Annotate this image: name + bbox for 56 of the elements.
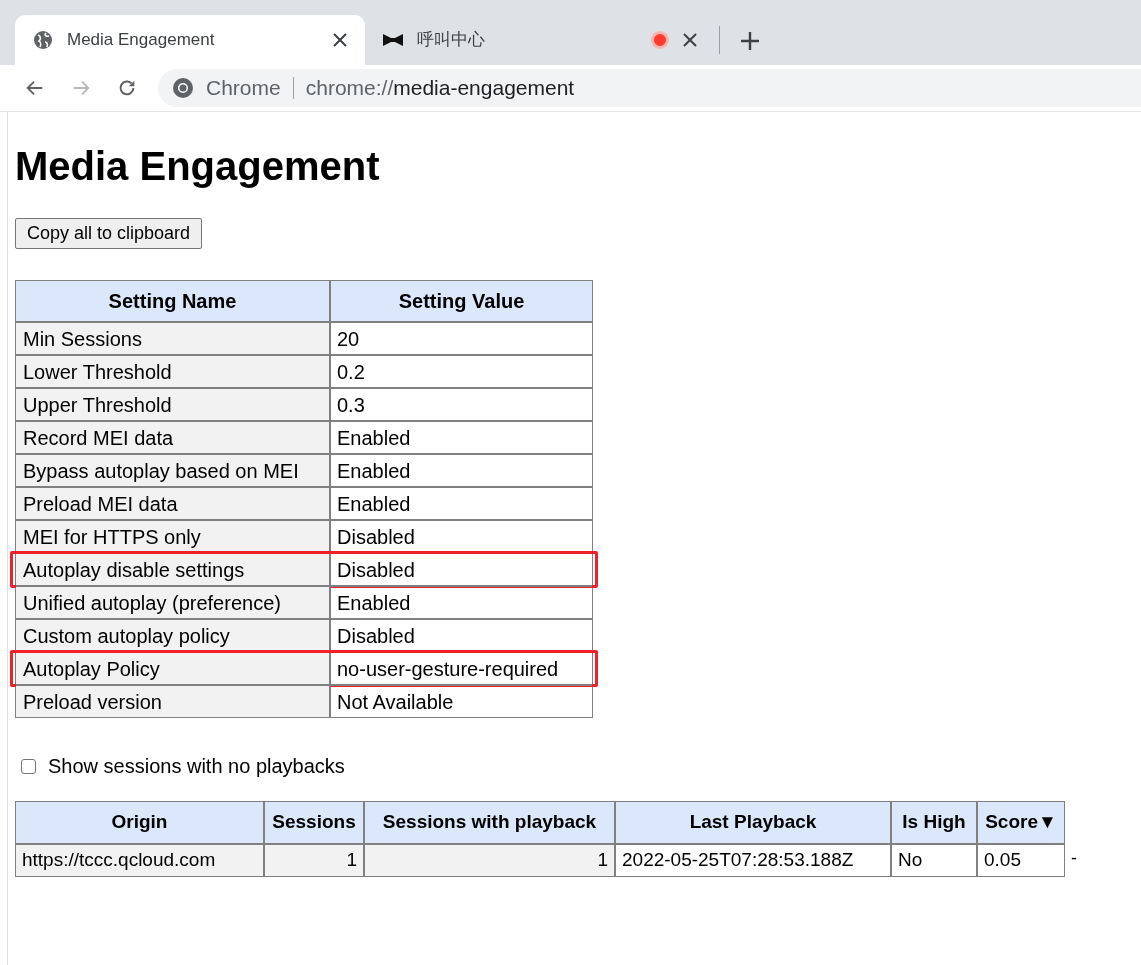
close-icon[interactable]	[333, 33, 347, 47]
site-label: Chrome	[206, 75, 281, 102]
copy-button[interactable]: Copy all to clipboard	[15, 218, 203, 249]
table-cell: Unified autoplay (preference)	[16, 587, 329, 618]
column-header[interactable]: Sessions	[263, 802, 363, 843]
chrome-icon	[172, 77, 194, 99]
checkbox[interactable]	[21, 758, 36, 774]
table-cell: Enabled	[329, 587, 592, 618]
table-cell: 0.05	[976, 845, 1064, 876]
table-cell: Disabled	[329, 521, 592, 552]
table-cell: Lower Threshold	[16, 356, 329, 387]
dash-text: -	[1071, 847, 1077, 870]
table-cell: 0.3	[329, 389, 592, 420]
column-header[interactable]: Score▼	[976, 802, 1064, 843]
column-header[interactable]: Last Playback	[614, 802, 890, 843]
tab[interactable]: Media Engagement	[15, 15, 365, 65]
table-cell: Disabled	[329, 620, 592, 651]
column-header[interactable]: Origin	[16, 802, 263, 843]
column-header[interactable]: Is High	[890, 802, 976, 843]
table-cell: Enabled	[329, 422, 592, 453]
table-cell: Record MEI data	[16, 422, 329, 453]
column-header: Setting Value	[329, 281, 592, 321]
url-text: chrome://media-engagement	[305, 75, 575, 102]
column-header: Setting Name	[107, 289, 238, 314]
table-cell: Bypass autoplay based on MEI	[16, 455, 329, 486]
table-cell: MEI for HTTPS only	[16, 521, 329, 552]
table-cell: 1	[363, 845, 614, 876]
table-cell: Autoplay disable settings	[16, 554, 329, 585]
table-cell: Min Sessions	[16, 323, 329, 354]
new-tab-icon[interactable]	[740, 31, 760, 51]
table-cell: No	[890, 845, 976, 876]
table-cell: Enabled	[329, 455, 592, 486]
globe-icon	[33, 30, 53, 50]
table-cell: https://tccc.qcloud.com	[16, 845, 263, 876]
address-bar[interactable]: Chrome chrome://media-engagement	[158, 69, 1141, 107]
page-title: Media Engagement	[15, 143, 381, 190]
table-cell: 2022-05-25T07:28:53.188Z	[614, 845, 890, 876]
table-cell: Preload version	[16, 686, 329, 717]
column-header[interactable]: Sessions with playback	[363, 802, 614, 843]
table-cell: 1	[263, 845, 363, 876]
table-cell: Preload MEI data	[16, 488, 329, 519]
bowtie-icon	[383, 34, 403, 46]
tab-title: Media Engagement	[67, 29, 216, 52]
tab[interactable]: 呼叫中心	[365, 15, 715, 65]
table-cell: Custom autoplay policy	[16, 620, 329, 651]
table-cell: Autoplay Policy	[16, 653, 329, 684]
close-icon[interactable]	[683, 33, 697, 47]
table-cell: Disabled	[329, 554, 592, 585]
table-cell: no-user-gesture-required	[329, 653, 592, 684]
table-cell: Enabled	[329, 488, 592, 519]
table-cell: Upper Threshold	[16, 389, 329, 420]
table-cell: Not Available	[329, 686, 592, 717]
table-cell: 20	[329, 323, 592, 354]
table-cell: 0.2	[329, 356, 592, 387]
checkbox-label: Show sessions with no playbacks	[48, 754, 345, 779]
tab-title: 呼叫中心	[417, 29, 486, 52]
